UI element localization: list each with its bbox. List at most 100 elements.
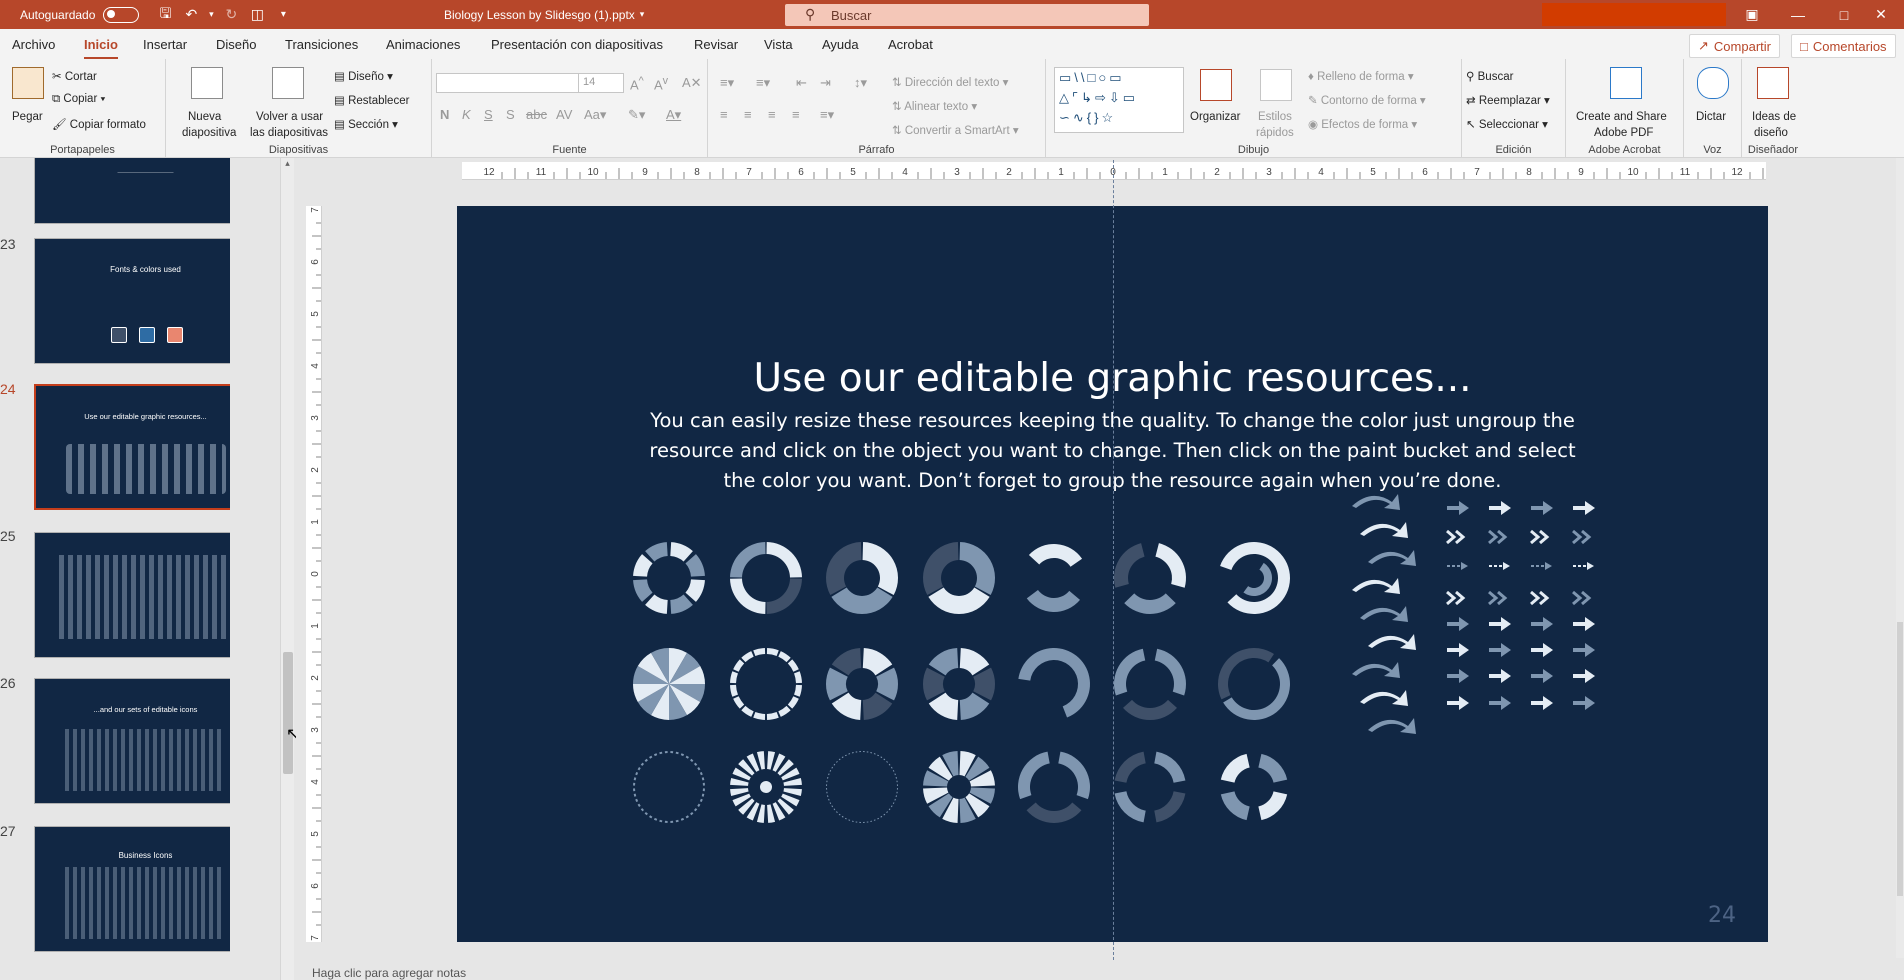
tab-inicio[interactable]: Inicio <box>84 37 118 60</box>
ring-dot[interactable] <box>894 773 896 776</box>
shape-effects-button[interactable]: ◉ Efectos de forma ▾ <box>1308 117 1417 131</box>
ring-dot[interactable] <box>851 820 854 822</box>
ring-dot[interactable] <box>873 819 876 821</box>
ring-dot[interactable] <box>848 819 851 821</box>
ring-segment[interactable] <box>733 659 745 672</box>
ring-dot[interactable] <box>883 813 886 816</box>
ring-dot[interactable] <box>886 811 889 814</box>
ring-dot[interactable] <box>680 817 685 821</box>
strikethrough-icon[interactable]: abc <box>526 107 547 122</box>
ring-dot[interactable] <box>831 766 834 769</box>
bold-icon[interactable]: N <box>440 107 449 122</box>
arrow-arc[interactable] <box>1258 791 1288 821</box>
ring-dot[interactable] <box>844 817 847 820</box>
ring-segment[interactable] <box>741 705 754 717</box>
smartart-button[interactable]: ⇅ Convertir a SmartArt ▾ <box>892 123 1019 137</box>
radial-bar[interactable] <box>783 777 802 786</box>
curved-arrow[interactable] <box>1360 690 1408 706</box>
curved-arrow[interactable] <box>1360 606 1408 622</box>
arrow-shaft[interactable] <box>1573 674 1587 678</box>
underline-icon[interactable]: S <box>484 107 493 122</box>
italic-icon[interactable]: K <box>462 107 471 122</box>
ring-segment[interactable] <box>670 594 693 614</box>
arrow-shaft[interactable] <box>1447 648 1461 652</box>
ring-segment[interactable] <box>766 712 779 720</box>
ring-dot[interactable] <box>670 751 674 754</box>
ring-dot[interactable] <box>895 776 897 779</box>
share-button[interactable]: ↗ Compartir <box>1689 34 1780 58</box>
slide-thumbnail-27[interactable]: Business Icons <box>34 826 230 952</box>
arrow-arc[interactable] <box>1220 791 1250 821</box>
arrow-shaft[interactable] <box>1447 622 1461 626</box>
ring-dot[interactable] <box>892 769 895 772</box>
scroll-thumb[interactable] <box>1897 622 1903 896</box>
ring-dot[interactable] <box>635 771 639 776</box>
curved-arrow[interactable] <box>1352 578 1400 594</box>
ring-dot[interactable] <box>828 773 830 776</box>
account-area[interactable] <box>1542 3 1726 26</box>
ring-dot[interactable] <box>833 808 836 811</box>
ring-dot[interactable] <box>835 760 838 763</box>
arrange-button[interactable]: Organizar <box>1190 67 1244 147</box>
arrow-shaft[interactable] <box>1447 506 1461 510</box>
ring-dot[interactable] <box>870 752 873 754</box>
ring-segment[interactable] <box>778 705 791 717</box>
ring-dot[interactable] <box>640 808 645 812</box>
arrow-head[interactable] <box>1585 669 1595 683</box>
arrow-head[interactable] <box>1543 669 1553 683</box>
tab-transiciones[interactable]: Transiciones <box>285 37 358 52</box>
ring-dot[interactable] <box>877 817 880 820</box>
curved-arrow[interactable] <box>1352 494 1400 510</box>
ring-dot[interactable] <box>653 817 658 821</box>
arrow-arc[interactable] <box>1018 647 1090 718</box>
ring-segment[interactable] <box>645 594 668 614</box>
chevron-arrow[interactable] <box>1572 590 1592 606</box>
arrow-shaft[interactable] <box>1447 674 1461 678</box>
format-painter-button[interactable]: 🖌 Copiar formato <box>52 117 146 131</box>
ring-segment[interactable] <box>766 648 779 656</box>
ring-dot[interactable] <box>890 766 893 769</box>
arrow-arc[interactable] <box>1258 753 1288 783</box>
search-input[interactable]: ⚲ Buscar <box>785 4 1149 26</box>
ring-dot[interactable] <box>664 820 668 823</box>
arrow-shaft[interactable] <box>1531 674 1545 678</box>
ring-dot[interactable] <box>697 803 701 807</box>
ring-segment[interactable] <box>787 659 799 672</box>
arrow-head[interactable] <box>1501 501 1511 515</box>
ring-dot[interactable] <box>826 780 828 783</box>
ring-dot[interactable] <box>877 754 880 757</box>
clear-format-icon[interactable]: A✕ <box>682 75 702 91</box>
ring-segment[interactable] <box>670 542 693 562</box>
ring-dot[interactable] <box>699 771 703 776</box>
bullets-icon[interactable]: ≡▾ <box>720 75 734 91</box>
chevron-arrow[interactable] <box>1530 590 1550 606</box>
ring-segment[interactable] <box>633 579 653 602</box>
arrow-shaft[interactable] <box>1573 648 1587 652</box>
vertical-ruler[interactable]: 7 6 5 4 3 2 1 0 1 2 3 4 5 6 7 <box>306 206 322 942</box>
ring-dot[interactable] <box>690 811 694 816</box>
shrink-font-icon[interactable]: Av <box>654 75 668 92</box>
ring-segment[interactable] <box>685 579 705 602</box>
shape-outline-button[interactable]: ✎ Contorno de forma ▾ <box>1308 93 1426 107</box>
ring-segment[interactable] <box>778 651 791 663</box>
ring-dot[interactable] <box>826 791 828 794</box>
ring-dot[interactable] <box>880 815 883 818</box>
ring-segment[interactable] <box>685 554 705 577</box>
font-size-field[interactable]: 14 <box>578 73 624 93</box>
arrow-arc[interactable] <box>1114 791 1146 823</box>
arrow-arc[interactable] <box>1154 791 1186 823</box>
tab-archivo[interactable]: Archivo <box>12 37 55 52</box>
arrow-arc[interactable] <box>1026 589 1081 612</box>
chevron-arrow[interactable] <box>1572 529 1592 545</box>
shapes-gallery[interactable]: ▭\\□○▭ △⌜↳⇨⇩▭ ∽∿{}☆ <box>1054 67 1184 133</box>
ring-segment[interactable] <box>733 696 745 709</box>
ring-dot[interactable] <box>863 751 865 753</box>
arrow-shaft[interactable] <box>1531 701 1545 705</box>
ribbon-display-options-icon[interactable]: ▣ <box>1729 0 1775 29</box>
layout-button[interactable]: ▤ Diseño ▾ <box>334 69 393 83</box>
ring-dot[interactable] <box>829 769 832 772</box>
ring-segment[interactable] <box>928 587 990 614</box>
ring-dot[interactable] <box>637 767 641 771</box>
tab-presentacion[interactable]: Presentación con diapositivas <box>491 37 663 52</box>
editor-scrollbar[interactable] <box>1896 158 1904 958</box>
